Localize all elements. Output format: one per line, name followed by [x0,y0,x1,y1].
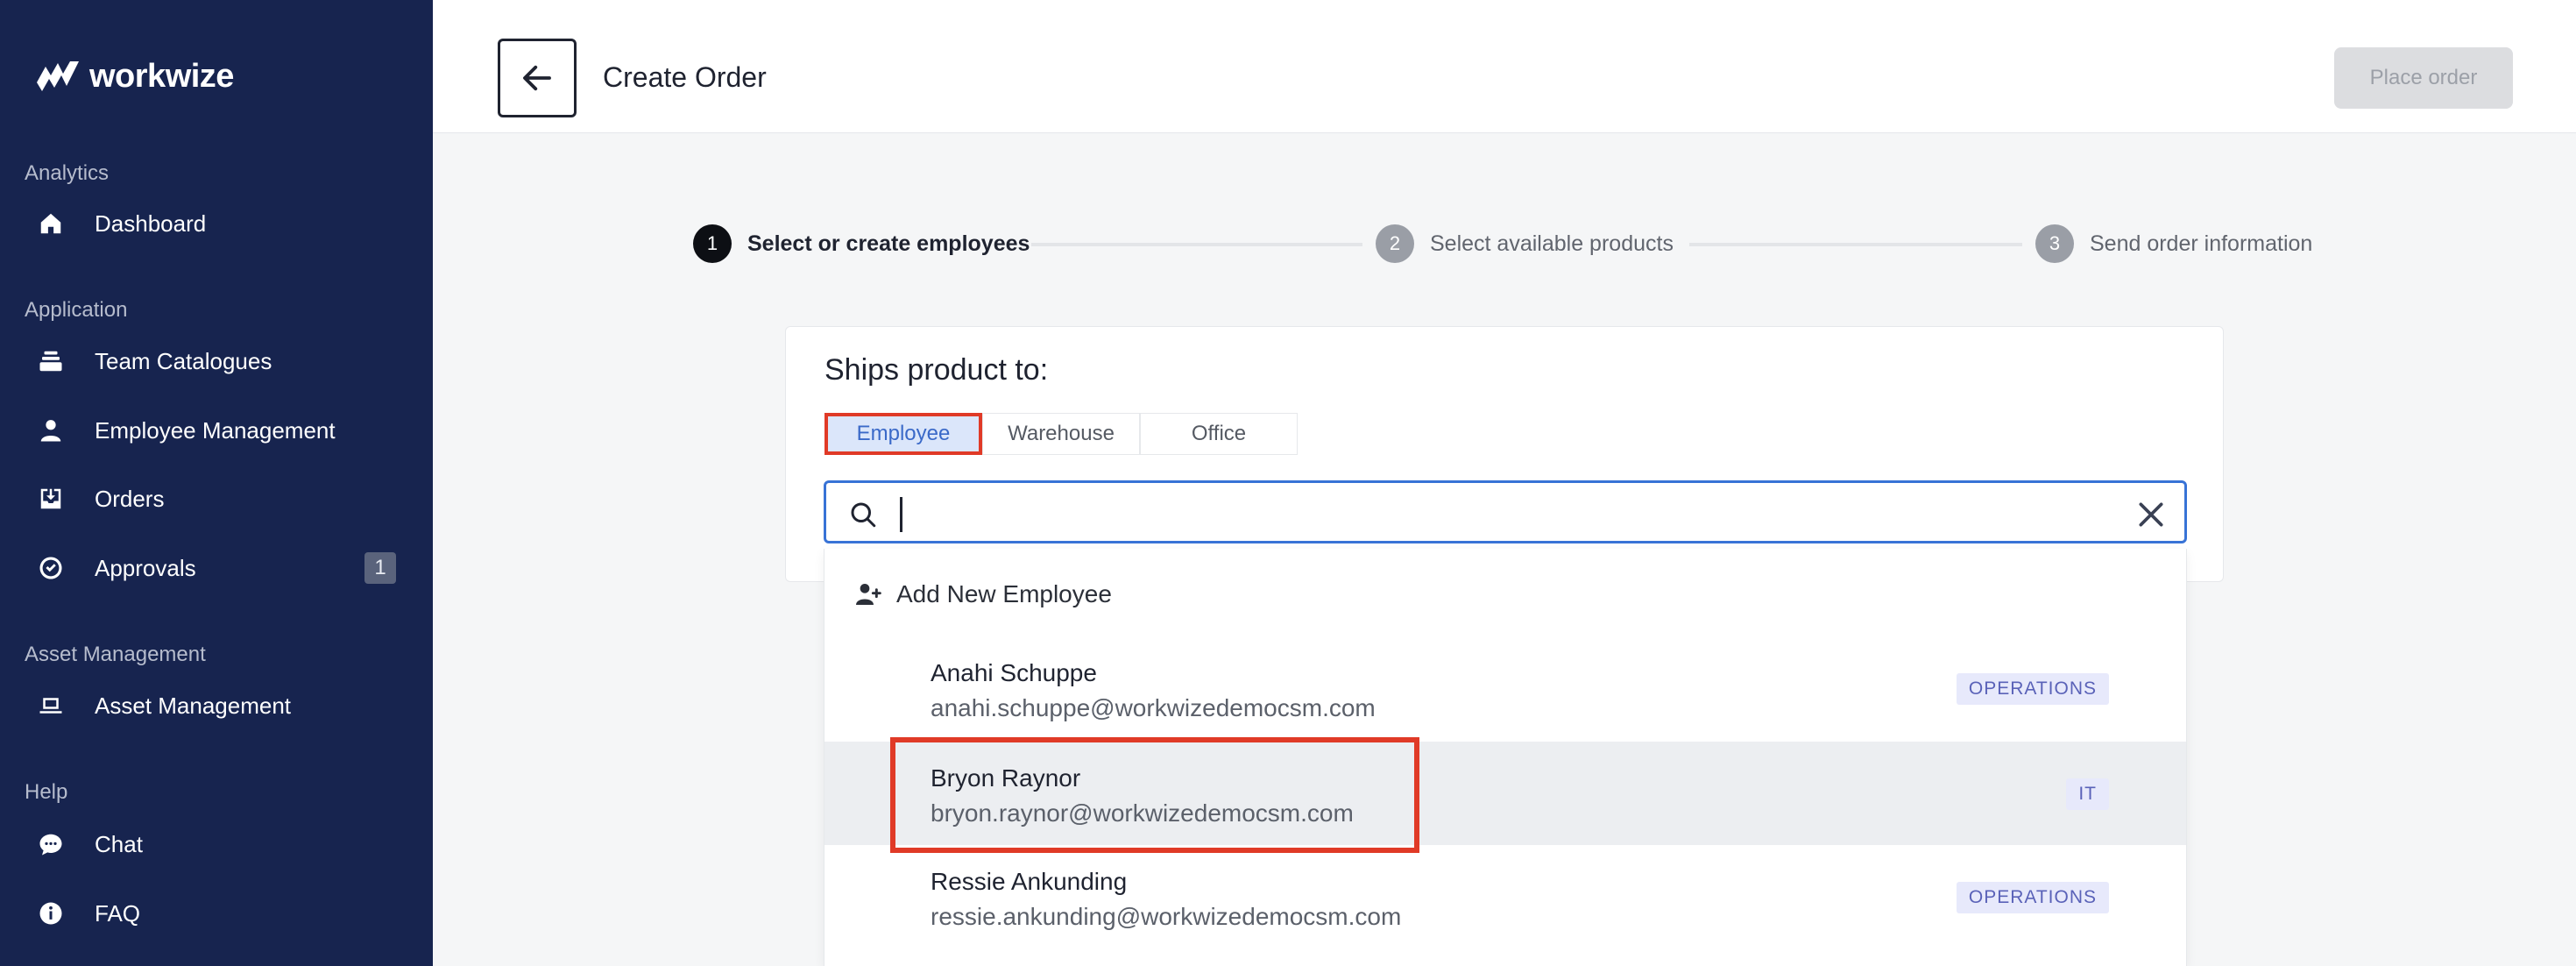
employee-option[interactable]: Bryon Raynor bryon.raynor@workwizedemocs… [824,742,2186,845]
arrow-left-icon [523,65,551,91]
chat-bubble-icon [37,830,65,858]
employee-name: Ressie Ankunding [931,868,1128,895]
home-icon [37,210,65,238]
ship-destination-tabs: Employee Warehouse Office [824,413,1298,455]
tab-office[interactable]: Office [1140,413,1298,455]
step-label: Select or create employees [747,231,1030,256]
brand-logo[interactable]: workwize [35,56,234,96]
step-label: Select available products [1430,231,1674,256]
step-number: 3 [2035,224,2074,263]
close-icon[interactable] [2134,497,2169,532]
employee-option[interactable]: Ressie Ankunding ressie.ankunding@workwi… [824,845,2186,948]
step-number: 2 [1376,224,1414,263]
sidebar-item-label: Asset Management [95,692,292,719]
step-label: Send order information [2090,231,2313,256]
employee-search [824,480,2187,543]
section-label-analytics: Analytics [25,161,110,185]
stepper-step-3: 3 Send order information [2035,224,2312,263]
stepper-step-2: 2 Select available products [1376,224,1674,263]
tab-employee[interactable]: Employee [824,413,982,455]
sidebar-item-label: Team Catalogues [95,347,272,374]
sidebar-item-dashboard[interactable]: Dashboard [0,195,433,252]
text-cursor [900,497,902,532]
step-number: 1 [693,224,732,263]
add-new-employee-button[interactable]: Add New Employee [854,580,1112,608]
add-user-icon [856,584,881,605]
stepper-connector [1031,243,1362,246]
sidebar-item-asset-management[interactable]: Asset Management [0,678,433,734]
sidebar-item-chat[interactable]: Chat [0,816,433,872]
laptop-icon [37,692,65,720]
sidebar: workwize Analytics Dashboard Application… [0,0,433,966]
stepper-step-1: 1 Select or create employees [693,224,1030,263]
back-button[interactable] [498,39,577,117]
department-tag: OPERATIONS [1956,673,2109,705]
employee-email: anahi.schuppe@workwizedemocsm.com [931,694,1376,721]
workwize-logo-icon [37,61,79,91]
sidebar-item-approvals[interactable]: Approvals 1 [0,540,433,596]
department-tag: IT [2066,778,2109,810]
page-title: Create Order [603,61,767,93]
sidebar-item-orders[interactable]: Orders [0,471,433,527]
sidebar-item-employee-management[interactable]: Employee Management [0,402,433,458]
sidebar-item-label: Dashboard [95,210,207,237]
info-icon [37,899,65,927]
check-circle-icon [37,554,65,582]
search-icon [851,502,876,528]
stack-icon [37,347,65,375]
place-order-button[interactable]: Place order [2334,47,2513,109]
employee-option[interactable]: Anahi Schuppe anahi.schuppe@workwizedemo… [824,636,2186,740]
sidebar-item-label: Approvals [95,554,196,581]
sidebar-item-label: Orders [95,485,165,512]
employee-name: Bryon Raynor [931,764,1081,792]
employee-dropdown: Add New Employee Anahi Schuppe anahi.sch… [824,549,2187,966]
employee-email: ressie.ankunding@workwizedemocsm.com [931,903,1402,930]
page-header: Create Order Place order [433,0,2576,133]
tray-download-icon [37,485,65,513]
brand-name: workwize [89,57,234,95]
sidebar-item-team-catalogues[interactable]: Team Catalogues [0,333,433,389]
sidebar-item-label: Employee Management [95,416,336,444]
section-label-help: Help [25,780,68,804]
section-label-application: Application [25,298,128,322]
sidebar-item-label: FAQ [95,899,141,927]
sidebar-item-label: Chat [95,830,143,857]
stepper-connector [1689,243,2022,246]
person-icon [37,416,65,444]
employee-name: Anahi Schuppe [931,659,1097,686]
add-new-employee-label: Add New Employee [896,580,1112,607]
department-tag: OPERATIONS [1956,882,2109,913]
employee-email: bryon.raynor@workwizedemocsm.com [931,799,1354,827]
approvals-count-badge: 1 [364,552,396,584]
ships-product-title: Ships product to: [824,353,1049,387]
section-label-asset-management: Asset Management [25,643,206,666]
tab-warehouse[interactable]: Warehouse [982,413,1140,455]
sidebar-item-faq[interactable]: FAQ [0,885,433,941]
search-input[interactable] [910,492,2049,536]
ships-product-card: Ships product to: Employee Warehouse Off… [785,326,2224,582]
